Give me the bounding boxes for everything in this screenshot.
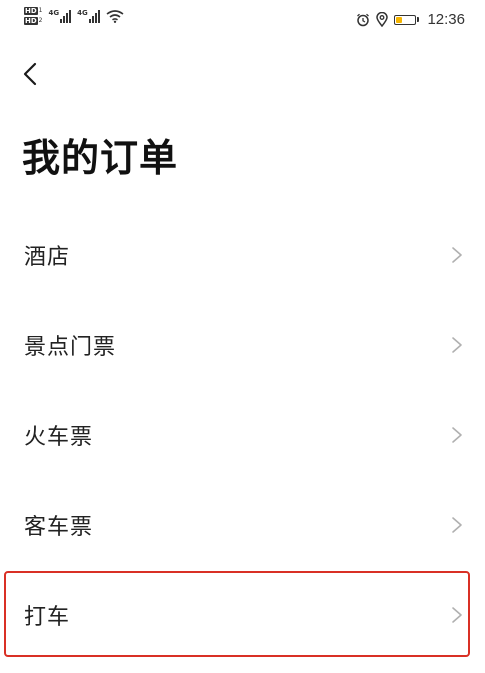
hd-sub-label: 1 (38, 7, 43, 14)
chevron-left-icon (23, 62, 37, 86)
location-icon (376, 12, 389, 27)
chevron-right-icon (452, 517, 462, 533)
status-bar-left: HD 1 HD 2 4G 4G (24, 7, 124, 27)
order-item-label: 打车 (24, 605, 71, 630)
order-item-attraction-tickets[interactable]: 景点门票 (0, 300, 485, 390)
alarm-icon (357, 13, 370, 26)
signal-icon: 4G (77, 7, 100, 27)
chevron-right-icon (452, 247, 462, 263)
hd-label: HD (24, 7, 38, 15)
chevron-right-icon (452, 337, 462, 353)
status-bar: HD 1 HD 2 4G 4G 12:36 (0, 0, 485, 40)
battery-fill (396, 16, 403, 23)
wifi-icon (106, 10, 124, 23)
page-title: 我的订单 (22, 136, 179, 180)
order-item-hotel[interactable]: 酒店 (0, 210, 485, 300)
order-category-list: 酒店 景点门票 火车票 客车票 打车 (0, 210, 485, 660)
chevron-right-icon (452, 427, 462, 443)
back-button[interactable] (14, 58, 46, 90)
order-item-label: 火车票 (24, 425, 94, 450)
hd-label: HD (24, 17, 38, 25)
signal-icon: 4G (49, 7, 72, 27)
hd-icon: HD 1 HD 2 (24, 7, 43, 25)
order-item-label: 酒店 (24, 245, 71, 270)
order-item-bus-tickets[interactable]: 客车票 (0, 480, 485, 570)
chevron-right-icon (452, 607, 462, 623)
network-type-label: 4G (48, 9, 60, 17)
status-bar-right: 12:36 (356, 11, 465, 28)
order-item-label: 客车票 (24, 515, 94, 540)
battery-icon (394, 14, 420, 25)
hd-sub-label: 2 (38, 17, 43, 24)
order-item-train-tickets[interactable]: 火车票 (0, 390, 485, 480)
network-type-label: 4G (77, 9, 88, 17)
order-item-taxi[interactable]: 打车 (0, 570, 485, 660)
status-time: 12:36 (427, 11, 465, 28)
order-item-label: 景点门票 (24, 335, 117, 360)
